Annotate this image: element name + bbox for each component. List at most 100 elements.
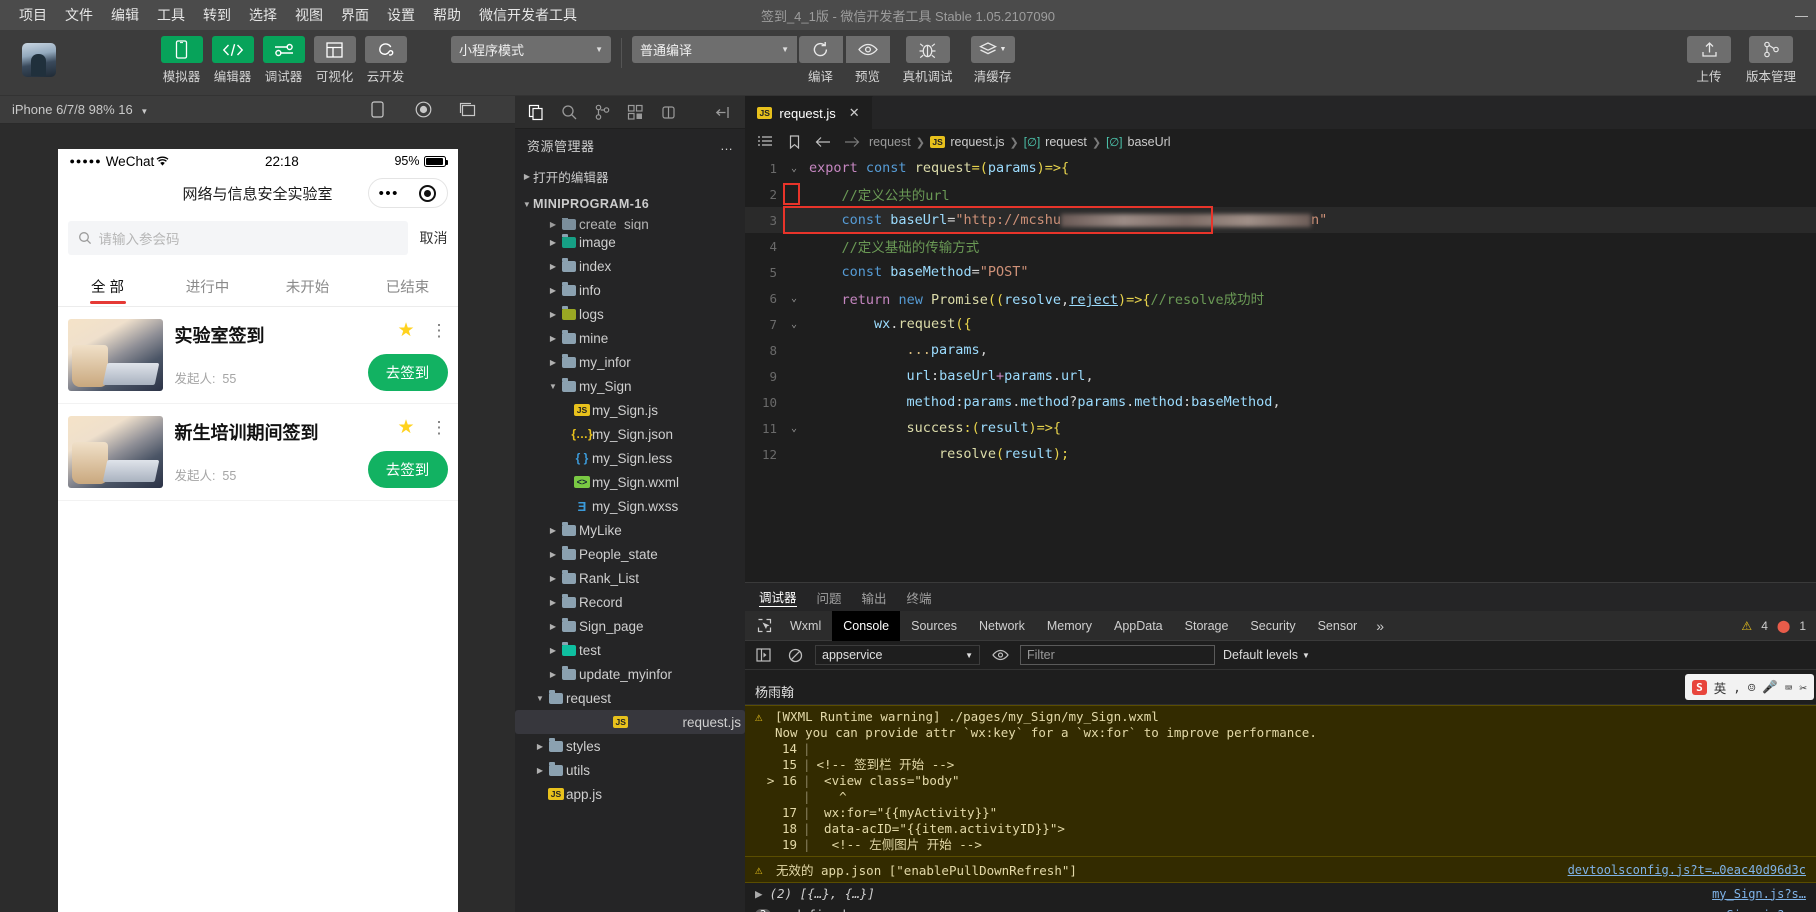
debugger-tab-1[interactable]: 问题 bbox=[817, 588, 842, 607]
toolbar-action-清缓存[interactable]: ▼清缓存 bbox=[964, 36, 1021, 85]
code-line-5[interactable]: 5 const baseMethod="POST" bbox=[745, 259, 1816, 285]
console-entry-source[interactable]: my_Sign.js?s… bbox=[1712, 887, 1806, 901]
search-cancel-button[interactable]: 取消 bbox=[420, 228, 448, 248]
toolbar-button-可视化[interactable]: 可视化 bbox=[311, 36, 358, 85]
console-filter-input[interactable]: Filter bbox=[1020, 645, 1215, 665]
devtools-tab-security[interactable]: Security bbox=[1239, 611, 1306, 641]
debug-icon[interactable] bbox=[653, 98, 684, 127]
ime-comma[interactable]: , bbox=[1733, 680, 1741, 695]
outline-icon[interactable] bbox=[753, 136, 777, 148]
console-entry[interactable]: ▶(2) [{…}, {…}]my_Sign.js?s… bbox=[745, 883, 1816, 904]
debugger-tab-3[interactable]: 终端 bbox=[907, 588, 932, 607]
phone-outline-icon[interactable] bbox=[371, 101, 415, 118]
console-context-select[interactable]: appservice ▼ bbox=[815, 645, 980, 665]
mode-select[interactable]: 小程序模式 ▼ bbox=[451, 36, 611, 63]
tree-folder-image[interactable]: ▶image bbox=[515, 230, 745, 254]
tree-folder-People_state[interactable]: ▶People_state bbox=[515, 542, 745, 566]
debugger-tab-2[interactable]: 输出 bbox=[862, 588, 887, 607]
console-entry[interactable]: 2undefinedmy_Sign.js? s… bbox=[745, 904, 1816, 912]
toolbar-button-编辑器[interactable]: 编辑器 bbox=[209, 36, 256, 85]
inspect-element-icon[interactable] bbox=[749, 618, 779, 633]
activity-tab-3[interactable]: 已结束 bbox=[358, 263, 458, 306]
user-avatar[interactable] bbox=[22, 43, 56, 77]
code-line-11[interactable]: 11⌄ success:(result)=>{ bbox=[745, 415, 1816, 441]
forward-arrow-icon[interactable] bbox=[840, 136, 864, 148]
split-screen-icon[interactable] bbox=[459, 102, 503, 117]
tree-file-my_Sign.js[interactable]: ▶JSmy_Sign.js bbox=[515, 398, 745, 422]
tree-folder-logs[interactable]: ▶logs bbox=[515, 302, 745, 326]
devtools-tab-storage[interactable]: Storage bbox=[1174, 611, 1240, 641]
device-selector[interactable]: iPhone 6/7/8 98% 16 ▼ bbox=[12, 102, 148, 117]
compile-mode-select[interactable]: 普通编译 ▼ bbox=[632, 36, 797, 63]
toolbar-button-调试器[interactable]: 调试器 bbox=[260, 36, 307, 85]
fold-toggle-icon[interactable]: ⌄ bbox=[785, 293, 803, 304]
code-line-4[interactable]: 4 //定义基础的传输方式 bbox=[745, 233, 1816, 259]
menu-item-9[interactable]: 帮助 bbox=[424, 0, 470, 30]
more-vertical-icon[interactable]: ⋮ bbox=[431, 423, 448, 433]
console-output[interactable]: 杨雨翰 ⚠ [WXML Runtime warning] ./pages/my_… bbox=[745, 670, 1816, 912]
tree-file-my_Sign.json[interactable]: ▶{…}my_Sign.json bbox=[515, 422, 745, 446]
activity-item[interactable]: 实验室签到发起人: 55★⋮去签到 bbox=[58, 307, 458, 404]
debugger-tab-0[interactable]: 调试器 bbox=[759, 587, 797, 607]
devtools-tab-sensor[interactable]: Sensor bbox=[1307, 611, 1369, 641]
tree-folder-info[interactable]: ▶info bbox=[515, 278, 745, 302]
devtools-tab-sources[interactable]: Sources bbox=[900, 611, 968, 641]
keyboard-icon[interactable]: ⌨ bbox=[1785, 680, 1793, 695]
tree-folder-request[interactable]: ▼request bbox=[515, 686, 745, 710]
activity-tab-2[interactable]: 未开始 bbox=[258, 263, 358, 306]
expand-icon[interactable]: ▶ bbox=[755, 886, 763, 901]
toolbar-action-上传[interactable]: 上传 bbox=[1678, 36, 1740, 85]
activity-item[interactable]: 新生培训期间签到发起人: 55★⋮去签到 bbox=[58, 404, 458, 501]
devtools-tab-wxml[interactable]: Wxml bbox=[779, 611, 832, 641]
tree-folder-mine[interactable]: ▶mine bbox=[515, 326, 745, 350]
issue-counters[interactable]: ⚠ 4 ⬤ 1 bbox=[1741, 619, 1812, 633]
console-levels-select[interactable]: Default levels ▼ bbox=[1223, 648, 1310, 662]
menu-item-3[interactable]: 工具 bbox=[148, 0, 194, 30]
source-control-icon[interactable] bbox=[587, 98, 618, 127]
target-icon[interactable] bbox=[419, 185, 436, 202]
more-vertical-icon[interactable]: ⋮ bbox=[431, 326, 448, 336]
collapse-icon[interactable] bbox=[708, 98, 739, 127]
activity-tab-0[interactable]: 全 部 bbox=[58, 263, 158, 306]
breadcrumb-item-1[interactable]: request.js bbox=[950, 135, 1004, 149]
code-line-9[interactable]: 9 url:baseUrl+params.url, bbox=[745, 363, 1816, 389]
breadcrumb-item-3[interactable]: baseUrl bbox=[1128, 135, 1171, 149]
console-entry-source[interactable]: my_Sign.js? s… bbox=[1705, 908, 1806, 912]
code-line-7[interactable]: 7⌄ wx.request({ bbox=[745, 311, 1816, 337]
tree-folder-index[interactable]: ▶index bbox=[515, 254, 745, 278]
close-icon[interactable]: ✕ bbox=[849, 105, 860, 121]
eye-icon[interactable] bbox=[988, 649, 1012, 661]
fold-toggle-icon[interactable]: ⌄ bbox=[785, 423, 803, 434]
breadcrumb-item-0[interactable]: request bbox=[869, 135, 911, 149]
code-line-1[interactable]: 1⌄export const request=(params)=>{ bbox=[745, 155, 1816, 181]
activity-tab-1[interactable]: 进行中 bbox=[158, 263, 258, 306]
menu-item-6[interactable]: 视图 bbox=[286, 0, 332, 30]
code-line-12[interactable]: 12 resolve(result); bbox=[745, 441, 1816, 467]
files-icon[interactable] bbox=[521, 98, 552, 127]
toolbar-action-版本管理[interactable]: 版本管理 bbox=[1740, 36, 1802, 85]
emoji-icon[interactable]: ☺ bbox=[1748, 680, 1756, 695]
tree-folder-utils[interactable]: ▶utils bbox=[515, 758, 745, 782]
tools-icon[interactable]: ✂ bbox=[1799, 680, 1807, 695]
code-line-8[interactable]: 8 ...params, bbox=[745, 337, 1816, 363]
ime-toolbar[interactable]: S 英 , ☺ 🎤 ⌨ ✂ bbox=[1685, 674, 1814, 700]
code-editor[interactable]: 1⌄export const request=(params)=>{2 //定义… bbox=[745, 155, 1816, 582]
mic-icon[interactable]: 🎤 bbox=[1762, 679, 1778, 695]
tree-folder-update_myinfor[interactable]: ▶update_myinfor bbox=[515, 662, 745, 686]
menu-item-2[interactable]: 编辑 bbox=[102, 0, 148, 30]
console-entry-source[interactable]: devtoolsconfig.js?t=…0eac40d96d3c bbox=[1568, 863, 1806, 877]
code-line-3[interactable]: 3 const baseUrl="http://mcshun" bbox=[745, 207, 1816, 233]
tree-folder-Record[interactable]: ▶Record bbox=[515, 590, 745, 614]
tree-file-my_Sign.wxml[interactable]: ▶<>my_Sign.wxml bbox=[515, 470, 745, 494]
overflow-icon[interactable]: » bbox=[1368, 618, 1392, 634]
code-line-2[interactable]: 2 //定义公共的url bbox=[745, 181, 1816, 207]
tree-file-my_Sign.less[interactable]: ▶{ }my_Sign.less bbox=[515, 446, 745, 470]
back-arrow-icon[interactable] bbox=[811, 136, 835, 148]
extensions-icon[interactable] bbox=[620, 98, 651, 127]
star-icon[interactable]: ★ bbox=[397, 321, 414, 340]
search-icon[interactable] bbox=[554, 98, 585, 127]
explorer-more-icon[interactable]: … bbox=[720, 138, 733, 153]
tree-folder-Rank_List[interactable]: ▶Rank_List bbox=[515, 566, 745, 590]
breadcrumb-item-2[interactable]: request bbox=[1045, 135, 1087, 149]
fold-toggle-icon[interactable]: ⌄ bbox=[785, 319, 803, 330]
